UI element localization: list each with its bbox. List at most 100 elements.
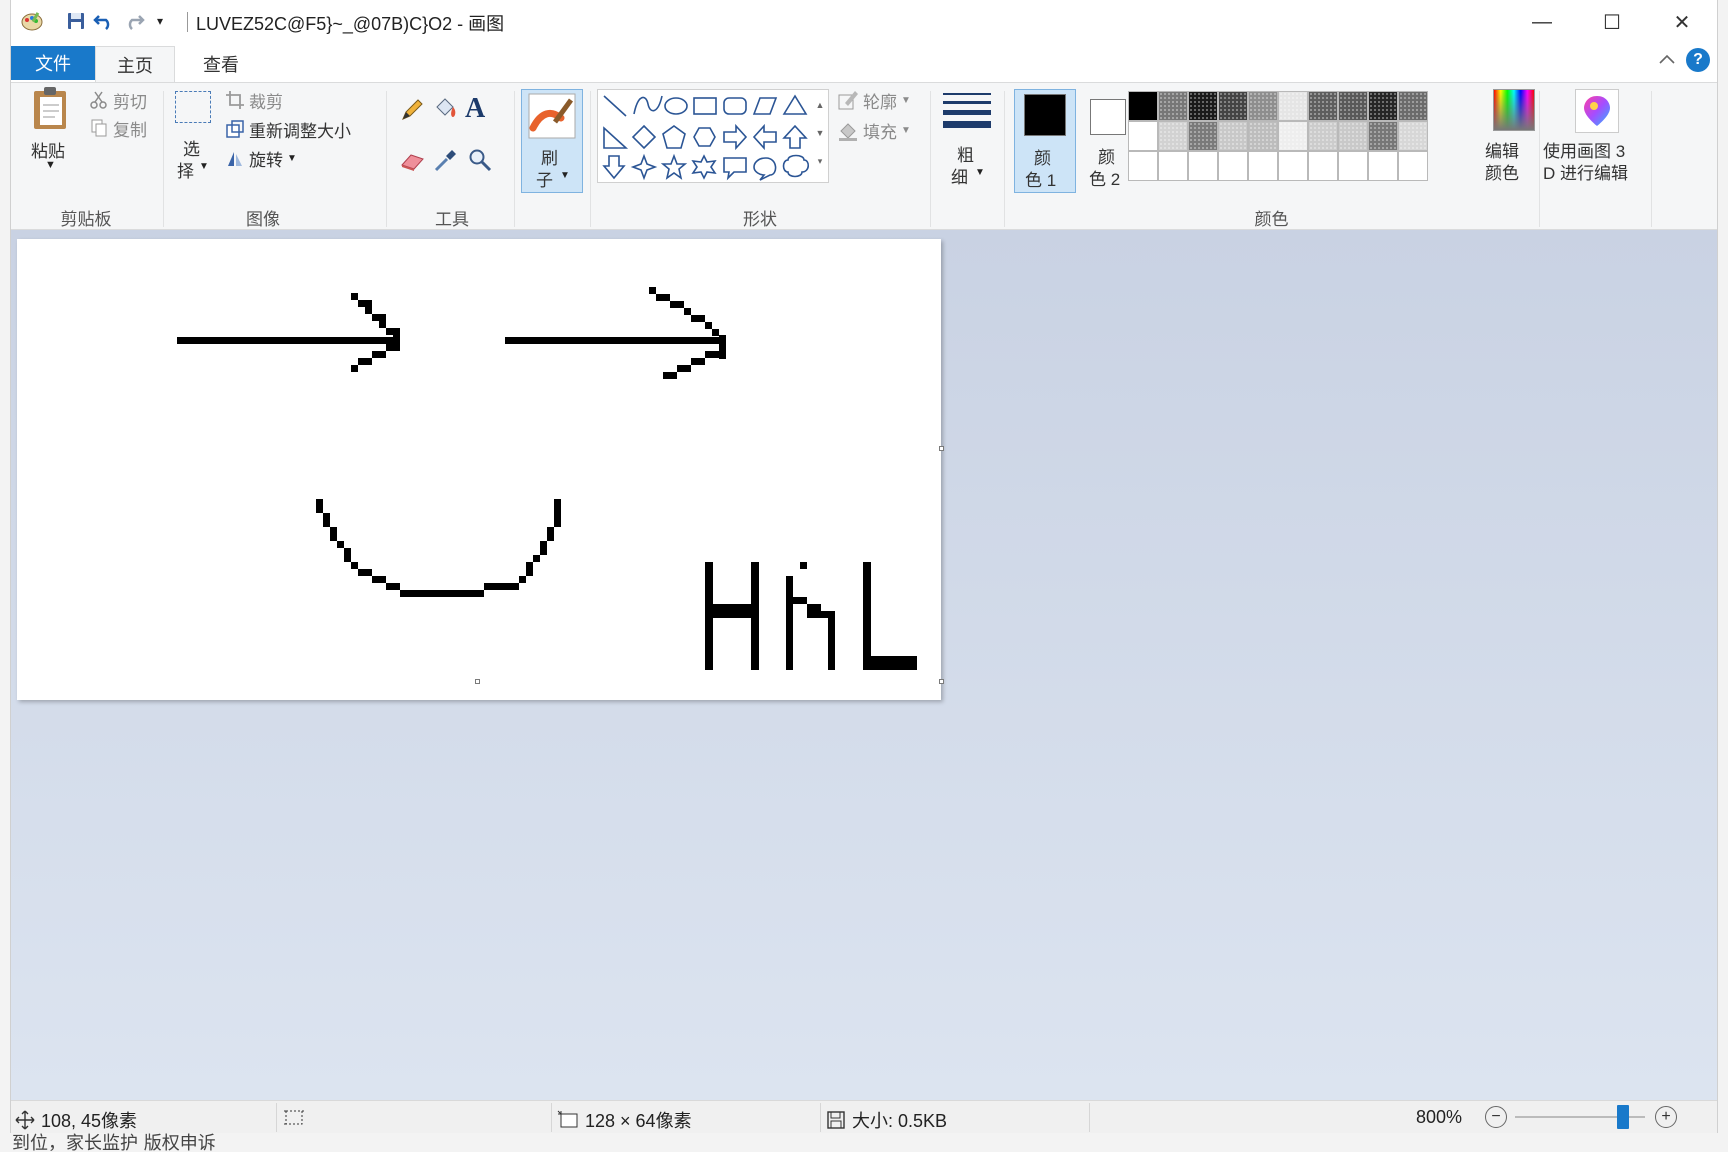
palette-swatch[interactable] <box>1278 151 1308 181</box>
cursor-position: 108, 45像素 <box>15 1107 137 1133</box>
title-separator <box>187 12 188 32</box>
palette-swatch[interactable] <box>1128 91 1158 121</box>
palette-swatch[interactable] <box>1248 151 1278 181</box>
palette-swatch[interactable] <box>1368 121 1398 151</box>
pencil-icon[interactable] <box>399 97 425 123</box>
group-separator <box>514 91 515 227</box>
brush-icon <box>528 93 576 139</box>
eraser-icon[interactable] <box>399 149 427 173</box>
image-group-label: 图像 <box>246 210 280 229</box>
edit-with-paint3d-button[interactable]: 使用画图 3 D 进行编辑 <box>1543 87 1649 191</box>
brushes-button[interactable]: 刷 子 ▼ <box>521 89 583 193</box>
text-tool-icon[interactable]: A <box>465 93 493 124</box>
line-size-icon <box>943 93 991 128</box>
tools-group-label: 工具 <box>435 210 469 229</box>
fill-bucket-icon[interactable] <box>431 97 459 123</box>
palette-swatch[interactable] <box>1128 121 1158 151</box>
redo-icon[interactable] <box>121 8 147 34</box>
outline-label: 轮廓 <box>863 92 897 112</box>
save-icon[interactable] <box>63 8 89 34</box>
maximize-button[interactable]: ☐ <box>1577 0 1647 44</box>
palette-swatch[interactable] <box>1398 121 1428 151</box>
zoom-slider-thumb[interactable] <box>1616 1105 1629 1129</box>
rotate-button[interactable]: 旋转 ▼ <box>225 145 297 171</box>
zoom-in-button[interactable]: + <box>1655 1106 1677 1128</box>
brush-dropdown-icon: ▼ <box>560 170 570 181</box>
undo-icon[interactable] <box>91 8 117 34</box>
close-button[interactable]: ✕ <box>1647 0 1717 44</box>
canvas-resize-handle-right[interactable] <box>939 446 944 451</box>
background-window-right-edge <box>1717 0 1728 1152</box>
collapse-ribbon-icon[interactable] <box>1657 50 1677 70</box>
color1-button[interactable]: 颜 色 1 <box>1014 89 1076 193</box>
rotate-label: 旋转 <box>249 150 283 170</box>
palette-swatch[interactable] <box>1218 91 1248 121</box>
palette-swatch[interactable] <box>1338 91 1368 121</box>
palette-swatch[interactable] <box>1248 121 1278 151</box>
palette-swatch[interactable] <box>1158 151 1188 181</box>
tab-file[interactable]: 文件 <box>11 46 95 80</box>
palette-swatch[interactable] <box>1338 121 1368 151</box>
copy-button[interactable]: 复制 <box>89 115 147 141</box>
palette-swatch[interactable] <box>1278 121 1308 151</box>
palette-swatch[interactable] <box>1338 151 1368 181</box>
title-bar: ▾ LUVEZ52C@F5}~_@07B)C}O2 - 画图 — ☐ ✕ <box>11 0 1717 44</box>
fill-button[interactable]: 填充 ▼ <box>837 117 911 143</box>
palette-swatch[interactable] <box>1218 151 1248 181</box>
size-label-2: 细 <box>951 168 968 187</box>
paste-dropdown-icon: ▼ <box>45 159 56 171</box>
resize-button[interactable]: 重新调整大小 <box>225 116 351 142</box>
customize-quick-access-icon[interactable]: ▾ <box>147 8 173 34</box>
palette-swatch[interactable] <box>1278 91 1308 121</box>
brush-label-2: 子 <box>536 171 553 190</box>
palette-swatch[interactable] <box>1398 151 1428 181</box>
palette-swatch[interactable] <box>1158 91 1188 121</box>
palette-swatch[interactable] <box>1308 91 1338 121</box>
canvas-resize-handle-corner[interactable] <box>939 679 944 684</box>
palette-swatch[interactable] <box>1188 121 1218 151</box>
paint-app-icon[interactable] <box>19 8 45 34</box>
move-cursor-icon <box>15 1110 35 1130</box>
palette-swatch[interactable] <box>1368 151 1398 181</box>
color-picker-icon[interactable] <box>433 147 459 173</box>
rotate-dropdown-icon: ▼ <box>287 152 297 164</box>
crop-button[interactable]: 裁剪 <box>225 87 283 113</box>
paint3d-label-2: D 进行编辑 <box>1543 164 1628 183</box>
magnifier-icon[interactable] <box>467 147 493 173</box>
canvas-resize-handle-bottom[interactable] <box>475 679 480 684</box>
copy-icon <box>91 119 107 137</box>
palette-swatch[interactable] <box>1188 151 1218 181</box>
palette-swatch[interactable] <box>1398 91 1428 121</box>
palette-swatch[interactable] <box>1188 91 1218 121</box>
palette-swatch[interactable] <box>1308 151 1338 181</box>
letters-hil-drawing <box>705 562 917 670</box>
outline-button[interactable]: 轮廓 ▼ <box>837 87 911 113</box>
size-button[interactable]: 粗 细 ▼ <box>937 87 997 187</box>
minimize-button[interactable]: — <box>1507 0 1577 44</box>
crop-icon <box>226 91 244 109</box>
select-button[interactable]: 选 择 ▼ <box>171 87 217 181</box>
image-size-icon <box>557 1110 578 1128</box>
palette-swatch[interactable] <box>1308 121 1338 151</box>
palette-swatch[interactable] <box>1158 121 1188 151</box>
copy-label: 复制 <box>113 120 147 140</box>
cut-button[interactable]: 剪切 <box>89 87 147 113</box>
zoom-out-button[interactable]: − <box>1485 1106 1507 1128</box>
palette-swatch[interactable] <box>1128 151 1158 181</box>
selection-size <box>283 1107 305 1127</box>
palette-swatch[interactable] <box>1368 91 1398 121</box>
status-divider <box>276 1103 277 1132</box>
canvas-workspace <box>11 230 1717 1100</box>
drawing-canvas[interactable] <box>17 239 941 700</box>
color1-swatch <box>1024 94 1066 136</box>
smile-drawing <box>316 499 561 597</box>
help-icon[interactable]: ? <box>1686 48 1710 72</box>
resize-label: 重新调整大小 <box>249 121 351 141</box>
tab-home[interactable]: 主页 <box>95 46 175 82</box>
edit-colors-button[interactable]: 编辑 颜色 <box>1485 87 1541 191</box>
paste-button[interactable]: 粘贴 ▼ <box>25 85 75 175</box>
palette-swatch[interactable] <box>1218 121 1248 151</box>
tab-view[interactable]: 查看 <box>183 46 259 82</box>
shapes-scroll-icon[interactable]: ▲ ▼ ▾ <box>813 91 827 181</box>
palette-swatch[interactable] <box>1248 91 1278 121</box>
